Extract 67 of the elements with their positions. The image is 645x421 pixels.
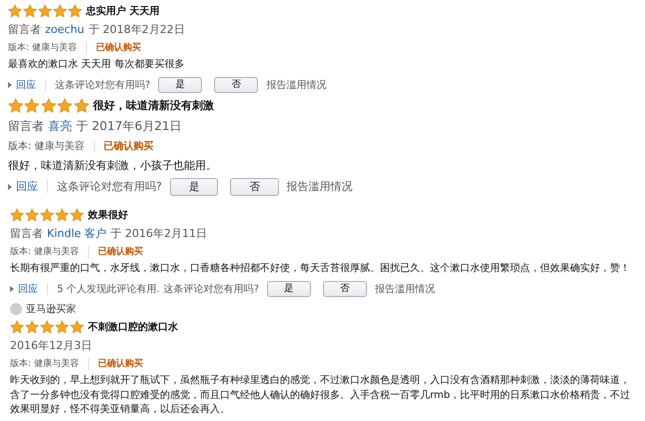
helpful-question: 这条评论对您有用吗?	[55, 78, 150, 92]
star-icon	[74, 98, 89, 114]
review-text: 长期有很严重的口气，水牙线，漱口水，口香糖各种招都不好使，每天舌苔很厚腻。困扰已久。这个漱口水使用繁琐点，但效果确实好，赞！	[10, 262, 631, 276]
version-label: 版本: 健康与美容	[10, 357, 80, 370]
star-icon	[8, 4, 22, 18]
star-icon	[23, 4, 37, 18]
star-icon	[55, 208, 69, 222]
author-label: 留言者	[8, 118, 44, 135]
review-title: 很好，味道清新没有刺激	[92, 98, 214, 114]
review-date: 于 2016年2月11日	[110, 226, 208, 241]
reply-link[interactable]: 回应	[18, 282, 38, 296]
star-icon	[25, 320, 39, 334]
review-text: 最喜欢的漱口水 天天用 每次都要买很多	[8, 58, 186, 72]
verified-purchase-label: 已确认购买	[96, 41, 142, 54]
star-icon	[38, 4, 52, 18]
star-icon	[40, 208, 54, 222]
no-button[interactable]: 否	[214, 76, 258, 93]
verified-purchase-label: 已确认购买	[98, 357, 144, 370]
author-label: 留言者	[10, 226, 43, 241]
review-date: 2016年12月3日	[10, 338, 92, 353]
star-icon	[68, 4, 82, 18]
star-icon	[70, 208, 84, 222]
verified-purchase-label: 已确认购买	[98, 245, 144, 258]
star-icon	[24, 98, 40, 114]
helpful-question: 这条评论对您有用吗?	[57, 179, 162, 194]
author-link[interactable]: zoechu	[45, 23, 84, 36]
yes-button[interactable]: 是	[267, 280, 312, 297]
author-link[interactable]: Kindle 客户	[47, 226, 107, 241]
review-text: 很好，味道清新没有刺激，小孩子也能用。	[8, 158, 218, 174]
caret-icon	[8, 82, 12, 88]
review-title: 不刺激口腔的漱口水	[88, 320, 178, 334]
avatar-icon	[10, 303, 22, 315]
helpful-count: 5 个人发现此评论有用.	[57, 282, 160, 296]
report-link[interactable]: 报告滥用情况	[286, 179, 353, 194]
review-title: 忠实用户 天天用	[86, 4, 160, 18]
star-icon	[40, 98, 56, 114]
yes-button[interactable]: 是	[170, 178, 218, 196]
version-label: 版本: 健康与美容	[10, 245, 80, 258]
star-icon	[10, 208, 24, 222]
star-icon	[57, 98, 73, 114]
review-date: 于 2017年6月21日	[76, 118, 182, 135]
star-icon	[70, 320, 84, 334]
helpful-question: 这条评论对您有用吗?	[164, 282, 260, 296]
author-label: 留言者	[8, 22, 41, 37]
caret-icon	[8, 184, 12, 190]
verified-purchase-label: 已确认购买	[104, 140, 154, 154]
report-link[interactable]: 报告滥用情况	[266, 78, 326, 92]
star-icon	[53, 4, 67, 18]
caret-icon	[10, 286, 14, 292]
reviewer-name: 亚马逊买家	[26, 302, 76, 316]
report-link[interactable]: 报告滥用情况	[375, 282, 436, 296]
yes-button[interactable]: 是	[158, 76, 202, 93]
no-button[interactable]: 否	[230, 178, 279, 196]
no-button[interactable]: 否	[323, 280, 368, 297]
reply-link[interactable]: 回应	[16, 78, 36, 92]
review-text: 昨天收到的，早上想到就开了瓶试下，虽然瓶子有种绿里透白的感觉，不过漱口水颜色是透明，入口没有含酒精那种刺激，淡淡的薄荷味道，含了一分多钟也没有觉得口腔难受的感觉，而且口气经他人确认的确好很多。入手含税一百零几rmb，比平时用的日系漱口水价格稍贵，不过效果明显好，怪不得美亚销量高，以后还会再入。	[10, 374, 632, 417]
star-icon	[8, 98, 24, 114]
review-date: 于 2018年2月22日	[88, 22, 185, 37]
version-label: 版本: 健康与美容	[8, 41, 78, 54]
author-link[interactable]: 喜亮	[48, 118, 72, 135]
reply-link[interactable]: 回应	[16, 179, 38, 194]
star-icon	[40, 320, 54, 334]
review-title: 效果很好	[88, 208, 128, 222]
star-icon	[55, 320, 69, 334]
star-icon	[25, 208, 39, 222]
star-icon	[10, 320, 24, 334]
version-label: 版本: 健康与美容	[8, 140, 85, 154]
